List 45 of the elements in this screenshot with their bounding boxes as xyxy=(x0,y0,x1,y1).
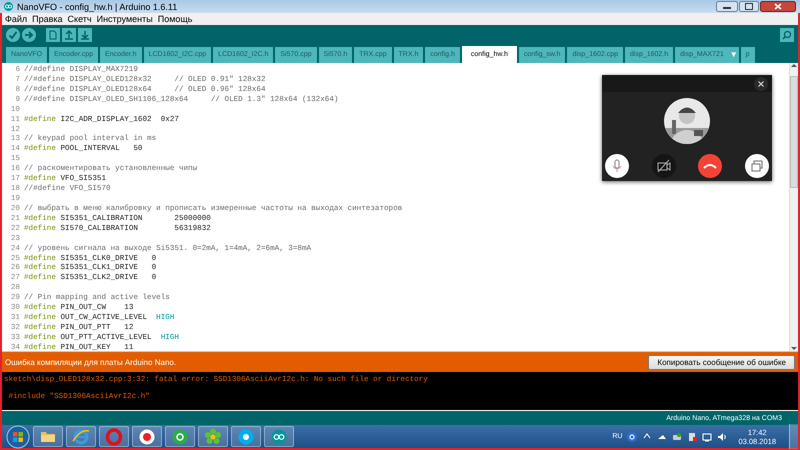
help-icon[interactable] xyxy=(627,432,638,442)
globe-icon xyxy=(72,427,90,446)
error-message: Ошибка компиляции для платы Arduino Nano. xyxy=(5,358,176,366)
device-icon[interactable] xyxy=(672,432,682,442)
taskbar-button[interactable] xyxy=(165,426,195,447)
taskbar-button[interactable] xyxy=(231,426,261,447)
menu-item[interactable]: Правка xyxy=(32,14,63,24)
ring-icon xyxy=(105,427,123,446)
taskbar-button[interactable] xyxy=(99,426,129,447)
upload-button[interactable] xyxy=(22,28,36,42)
menu-item[interactable]: Помощь xyxy=(158,14,192,24)
copy-error-button[interactable]: Копировать сообщение об ошибке xyxy=(648,354,795,370)
menu-item[interactable]: Файл xyxy=(5,14,28,24)
maximize-button[interactable] xyxy=(739,1,759,12)
hang-up-button[interactable] xyxy=(698,154,722,178)
serial-monitor-button[interactable] xyxy=(780,28,794,42)
flower-icon xyxy=(204,427,222,446)
close-button[interactable] xyxy=(760,1,796,12)
app-icon xyxy=(4,2,13,11)
minimize-button[interactable] xyxy=(716,1,738,12)
new-file-button[interactable] xyxy=(46,28,60,42)
taskbar-button[interactable] xyxy=(33,426,63,447)
verify-button[interactable] xyxy=(6,28,20,42)
scrollbar[interactable] xyxy=(789,63,798,351)
microphone-button[interactable] xyxy=(605,154,629,178)
taskbar-button[interactable] xyxy=(132,426,162,447)
infinity-icon xyxy=(270,427,288,446)
tab-menu-button[interactable]: ▼ xyxy=(728,47,739,63)
chat-bubble-icon xyxy=(237,427,255,446)
open-button[interactable] xyxy=(62,28,76,42)
close-icon[interactable] xyxy=(754,76,768,90)
chat-icon xyxy=(171,427,189,446)
menu-item[interactable]: Инструменты xyxy=(96,14,153,24)
taskbar-button[interactable] xyxy=(198,426,228,447)
camera-off-button[interactable] xyxy=(652,154,676,178)
pop-out-button[interactable] xyxy=(744,154,769,178)
round-icon xyxy=(138,427,156,446)
taskbar-button[interactable] xyxy=(66,426,96,447)
menu-item[interactable]: Скетч xyxy=(68,14,92,24)
start-button[interactable] xyxy=(6,424,30,448)
window-title: NanoVFO - config_hw.h | Arduino 1.6.11 xyxy=(17,2,178,12)
network-icon[interactable] xyxy=(702,432,712,442)
volume-icon[interactable] xyxy=(717,432,728,442)
taskbar-button[interactable] xyxy=(264,426,294,447)
save-button[interactable] xyxy=(78,28,92,42)
